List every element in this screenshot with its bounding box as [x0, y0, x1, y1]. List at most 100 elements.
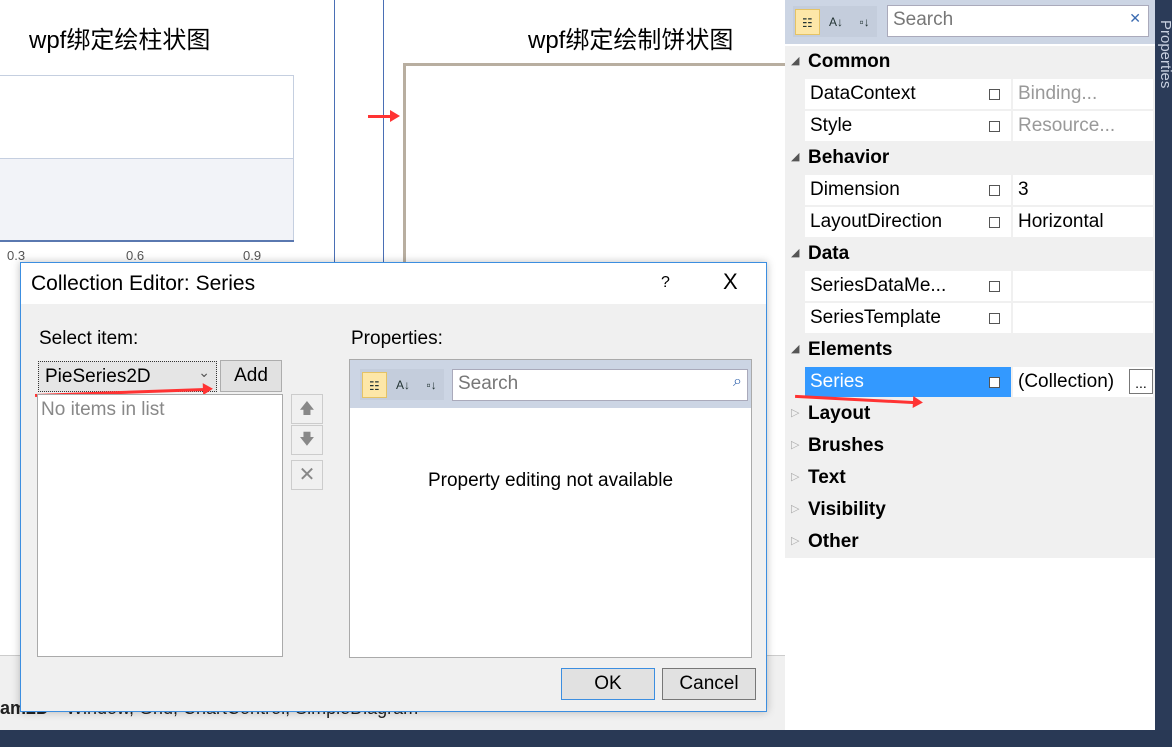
collapsed-triangle-icon[interactable]: ▷	[791, 502, 799, 515]
category-elements[interactable]: ◢ Elements	[785, 334, 1155, 366]
clear-search-icon[interactable]: ✕	[1129, 10, 1141, 27]
property-marker-icon[interactable]	[989, 377, 1000, 388]
categorize-icon[interactable]: ☷	[362, 371, 387, 398]
sort-source-icon[interactable]: ▫↓	[852, 9, 877, 35]
property-value[interactable]: Resource...	[1013, 111, 1153, 141]
category-label: Common	[808, 51, 891, 72]
expanded-triangle-icon[interactable]: ◢	[791, 150, 799, 163]
category-label: Visibility	[808, 499, 886, 520]
expanded-triangle-icon[interactable]: ◢	[791, 246, 799, 259]
expanded-triangle-icon[interactable]: ◢	[791, 342, 799, 355]
select-item-label: Select item:	[39, 328, 139, 349]
property-marker-icon[interactable]	[989, 185, 1000, 196]
move-up-button[interactable]: 🡅	[291, 394, 323, 424]
property-value[interactable]: Horizontal	[1013, 207, 1153, 237]
property-value[interactable]	[1013, 303, 1153, 333]
property-name[interactable]: SeriesTemplate	[805, 303, 1011, 333]
property-value[interactable]: Binding...	[1013, 79, 1153, 109]
collapsed-triangle-icon[interactable]: ▷	[791, 438, 799, 451]
category-visibility[interactable]: ▷ Visibility	[785, 494, 1155, 526]
property-marker-icon[interactable]	[989, 121, 1000, 132]
property-marker-icon[interactable]	[989, 89, 1000, 100]
categorize-icon[interactable]: ☷	[795, 8, 820, 35]
help-button[interactable]: ?	[661, 274, 670, 292]
collapsed-triangle-icon[interactable]: ▷	[791, 406, 799, 419]
dialog-search-input[interactable]: Search ⌕	[452, 369, 748, 401]
properties-label: Properties:	[351, 328, 443, 349]
move-down-button[interactable]: 🡇	[291, 425, 323, 455]
sort-source-icon[interactable]: ▫↓	[419, 372, 444, 398]
property-name[interactable]: Style	[805, 111, 1011, 141]
ellipsis-button[interactable]: ...	[1129, 369, 1153, 394]
category-label: Layout	[808, 403, 871, 424]
dialog-properties-toolbar: ☷ A↓ ▫↓ Search ⌕	[350, 360, 751, 408]
dialog-property-grid: ☷ A↓ ▫↓ Search ⌕ Property editing not av…	[349, 359, 752, 658]
property-row[interactable]: Series (Collection)...	[785, 366, 1155, 398]
pie-chart-title: wpf绑定绘制饼状图	[528, 27, 734, 54]
delete-icon: ✕	[298, 464, 316, 486]
expanded-triangle-icon[interactable]: ◢	[791, 54, 799, 67]
properties-side-tab[interactable]: Properties	[1155, 0, 1172, 730]
category-other[interactable]: ▷ Other	[785, 526, 1155, 558]
status-bar	[0, 730, 1172, 747]
items-list[interactable]: No items in list	[37, 394, 283, 657]
property-value[interactable]: 3	[1013, 175, 1153, 205]
annotation-arrow	[368, 110, 400, 122]
property-row[interactable]: LayoutDirection Horizontal	[785, 206, 1155, 238]
bar-axis-line	[0, 240, 294, 242]
property-name[interactable]: LayoutDirection	[805, 207, 1011, 237]
sort-alpha-icon[interactable]: A↓	[391, 372, 416, 398]
property-grid: ◢ Common DataContext Binding... Style Resourc…	[785, 46, 1155, 558]
category-behavior[interactable]: ◢ Behavior	[785, 142, 1155, 174]
collapsed-triangle-icon[interactable]: ▷	[791, 534, 799, 547]
category-data[interactable]: ◢ Data	[785, 238, 1155, 270]
dialog-title: Collection Editor: Series	[31, 272, 256, 295]
close-button[interactable]: X	[723, 269, 738, 295]
category-label: Behavior	[808, 147, 890, 168]
category-layout[interactable]: ▷ Layout	[785, 398, 1155, 430]
no-properties-message: Property editing not available	[427, 470, 674, 491]
category-common[interactable]: ◢ Common	[785, 46, 1155, 78]
sort-alpha-icon[interactable]: A↓	[824, 9, 849, 35]
collapsed-triangle-icon[interactable]: ▷	[791, 470, 799, 483]
property-marker-icon[interactable]	[989, 217, 1000, 228]
chevron-down-icon: ⌄	[198, 364, 210, 380]
category-label: Elements	[808, 339, 893, 360]
property-row[interactable]: Dimension 3	[785, 174, 1155, 206]
ok-button[interactable]: OK	[561, 668, 655, 700]
collection-editor-dialog: Collection Editor: Series ? X Select ite…	[20, 262, 767, 712]
bar-axis-tick: 0.6	[126, 248, 145, 263]
bar-chart-title: wpf绑定绘柱状图	[29, 27, 211, 54]
category-label: Brushes	[808, 435, 885, 456]
cancel-button[interactable]: Cancel	[662, 668, 756, 700]
bar-chart-plot-lower	[0, 158, 293, 240]
arrow-up-icon: 🡅	[299, 400, 315, 417]
property-row[interactable]: SeriesDataMe...	[785, 270, 1155, 302]
bar-axis-tick: 0.9	[243, 248, 262, 263]
add-button[interactable]: Add	[220, 360, 282, 392]
property-name[interactable]: SeriesDataMe...	[805, 271, 1011, 301]
remove-button[interactable]: ✕	[291, 460, 323, 490]
category-brushes[interactable]: ▷ Brushes	[785, 430, 1155, 462]
bar-axis-tick: 0.3	[7, 248, 26, 263]
category-text[interactable]: ▷ Text	[785, 462, 1155, 494]
property-row[interactable]: DataContext Binding...	[785, 78, 1155, 110]
arrow-down-icon: 🡇	[299, 431, 315, 448]
properties-search-input[interactable]: Search ✕	[887, 5, 1149, 37]
bar-chart-area[interactable]	[0, 75, 294, 241]
series-type-combo[interactable]: PieSeries2D ⌄	[38, 361, 217, 392]
property-value[interactable]	[1013, 271, 1153, 301]
properties-panel: ☷ A↓ ▫↓ Search ✕ ◢ Common DataContext Bindi…	[785, 0, 1155, 730]
property-marker-icon[interactable]	[989, 281, 1000, 292]
category-label: Text	[808, 467, 846, 488]
properties-toolbar: ☷ A↓ ▫↓ Search ✕	[785, 0, 1155, 44]
property-row[interactable]: Style Resource...	[785, 110, 1155, 142]
property-marker-icon[interactable]	[989, 313, 1000, 324]
category-label: Data	[808, 243, 850, 264]
dialog-title-bar: Collection Editor: Series ? X	[21, 263, 766, 304]
property-name[interactable]: Dimension	[805, 175, 1011, 205]
property-row[interactable]: SeriesTemplate	[785, 302, 1155, 334]
property-name[interactable]: Series	[805, 367, 1011, 397]
property-name[interactable]: DataContext	[805, 79, 1011, 109]
category-label: Other	[808, 531, 859, 552]
